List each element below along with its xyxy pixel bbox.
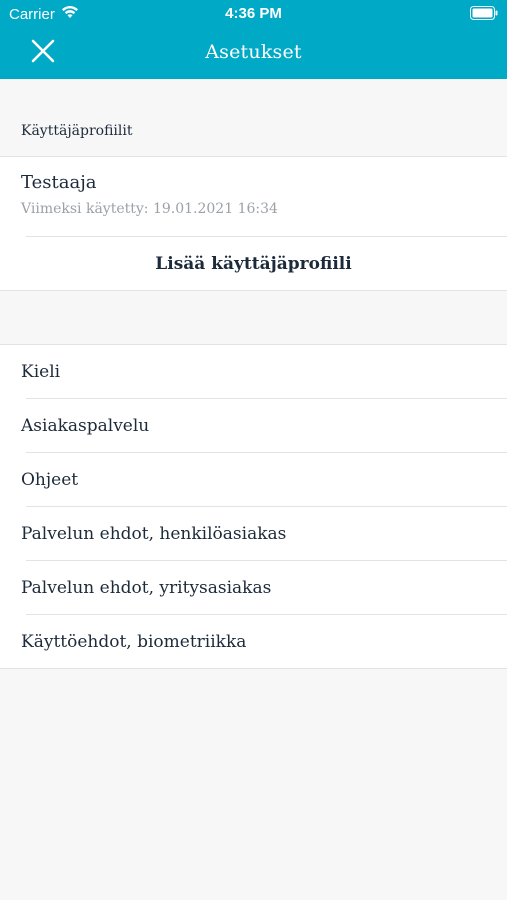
list-item-ehdot-yritys[interactable]: Palvelun ehdot, yritysasiakas bbox=[0, 561, 507, 614]
list-item-asiakaspalvelu[interactable]: Asiakaspalvelu bbox=[0, 399, 507, 452]
list-item-biometriikka[interactable]: Käyttöehdot, biometriikka bbox=[0, 615, 507, 668]
battery-icon bbox=[470, 6, 498, 20]
list-item-ohjeet[interactable]: Ohjeet bbox=[0, 453, 507, 506]
settings-list: Kieli Asiakaspalvelu Ohjeet Palvelun ehd… bbox=[0, 344, 507, 669]
profile-name: Testaaja bbox=[21, 172, 97, 193]
add-profile-button[interactable]: Lisää käyttäjäprofiili bbox=[0, 237, 507, 290]
profile-last-used: Viimeksi käytetty: 19.01.2021 16:34 bbox=[21, 201, 278, 217]
status-time: 4:36 PM bbox=[225, 5, 282, 22]
profiles-section-label: Käyttäjäprofiilit bbox=[21, 123, 133, 139]
profiles-group: Testaaja Viimeksi käytetty: 19.01.2021 1… bbox=[0, 156, 507, 291]
profile-item[interactable]: Testaaja Viimeksi käytetty: 19.01.2021 1… bbox=[0, 157, 507, 236]
status-bar: Carrier 4:36 PM bbox=[0, 0, 507, 28]
navigation-bar: Asetukset bbox=[0, 28, 507, 79]
app-header: Carrier 4:36 PM Asetukset bbox=[0, 0, 507, 79]
page-title: Asetukset bbox=[205, 41, 302, 63]
list-item-ehdot-henkilo[interactable]: Palvelun ehdot, henkilöasiakas bbox=[0, 507, 507, 560]
list-item-kieli[interactable]: Kieli bbox=[0, 345, 507, 398]
